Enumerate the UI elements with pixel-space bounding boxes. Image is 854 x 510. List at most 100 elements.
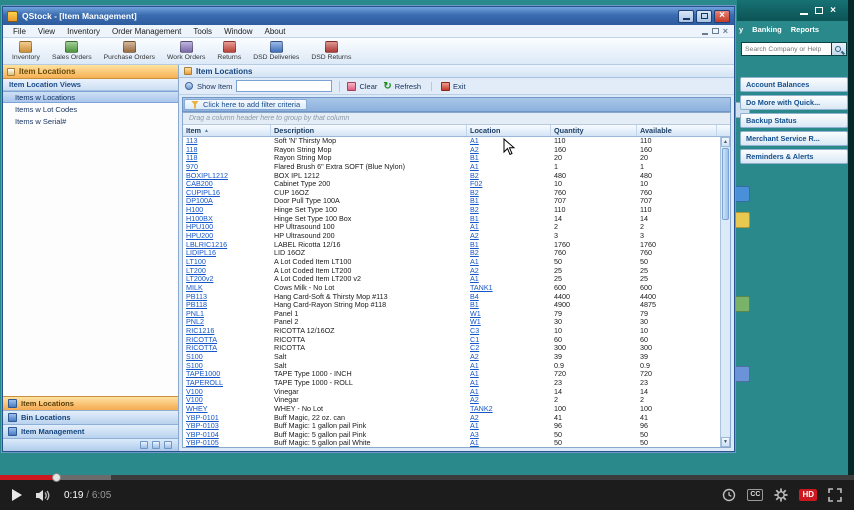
item-link[interactable]: TAPE1000 — [186, 370, 220, 378]
close-button[interactable] — [714, 9, 730, 23]
item-link[interactable]: WHEY — [186, 405, 208, 413]
location-link[interactable]: B2 — [470, 189, 479, 197]
item-link[interactable]: V100 — [186, 396, 203, 404]
location-link[interactable]: A1 — [470, 223, 479, 231]
qstock-titlebar[interactable]: QStock - [Item Management] — [3, 7, 734, 25]
item-link[interactable]: BOXIPL1212 — [186, 172, 228, 180]
location-link[interactable]: A1 — [470, 388, 479, 396]
table-row[interactable]: LT200v2 A Lot Coded Item LT200 v2 A1 25 … — [183, 275, 720, 284]
location-link[interactable]: A2 — [470, 396, 479, 404]
location-link[interactable]: B1 — [470, 215, 479, 223]
table-row[interactable]: 970 Flared Brush 6" Extra SOFT (Blue Nyl… — [183, 163, 720, 172]
location-link[interactable]: A2 — [470, 353, 479, 361]
table-row[interactable]: LT200 A Lot Coded Item LT200 A2 25 25 — [183, 267, 720, 276]
table-row[interactable]: LT100 A Lot Coded Item LT100 A1 50 50 — [183, 258, 720, 267]
qb-maximize-icon[interactable] — [815, 7, 824, 14]
item-link[interactable]: YBP-0101 — [186, 414, 219, 422]
item-link[interactable]: YBP-0103 — [186, 422, 219, 430]
maximize-button[interactable] — [696, 9, 712, 23]
item-link[interactable]: YBP-0105 — [186, 439, 219, 447]
grid-scrollbar[interactable]: ▲ ▼ — [720, 137, 730, 447]
table-row[interactable]: CUPIPL16 CUP 16OZ B2 760 760 — [183, 189, 720, 198]
add-filter-button[interactable]: Click here to add filter criteria — [184, 99, 308, 110]
toolbar-button[interactable]: Returns — [212, 40, 246, 62]
item-link[interactable]: H100 — [186, 206, 203, 214]
location-link[interactable]: A1 — [470, 379, 479, 387]
mdi-restore-icon[interactable] — [711, 28, 719, 34]
sidebar-view-item[interactable]: Items w Lot Codes — [3, 103, 178, 115]
table-row[interactable]: PNL1 Panel 1 W1 79 79 — [183, 310, 720, 319]
toolbar-button[interactable]: Work Orders — [162, 40, 210, 62]
qb-panel-header[interactable]: Account Balances — [740, 77, 848, 92]
item-link[interactable]: YBP-0104 — [186, 431, 219, 439]
column-header[interactable]: Item ▲ — [183, 125, 271, 136]
table-row[interactable]: TAPE1000 TAPE Type 1000 - INCH A1 720 72… — [183, 370, 720, 379]
location-link[interactable]: B1 — [470, 301, 479, 309]
table-row[interactable]: DP100A Door Pull Type 100A B1 707 707 — [183, 197, 720, 206]
item-link[interactable]: DP100A — [186, 197, 213, 205]
fullscreen-icon[interactable] — [828, 488, 842, 502]
table-row[interactable]: RICOTTA RICOTTA C2 300 300 — [183, 344, 720, 353]
table-row[interactable]: 113 Soft 'N' Thirsty Mop A1 110 110 — [183, 137, 720, 146]
table-row[interactable]: HPU200 HP Ultrasound 200 A2 3 3 — [183, 232, 720, 241]
toolbar-button[interactable]: Sales Orders — [47, 40, 97, 62]
qb-menu-fragment[interactable]: y — [739, 25, 743, 34]
location-link[interactable]: A2 — [470, 267, 479, 275]
sidebar-view-item[interactable]: Items w Serial# — [3, 115, 178, 127]
table-row[interactable]: S100 Salt A1 0.9 0.9 — [183, 362, 720, 371]
item-link[interactable]: LT100 — [186, 258, 206, 266]
qb-panel-header[interactable]: Backup Status — [740, 113, 848, 128]
item-link[interactable]: LT200 — [186, 267, 206, 275]
mdi-minimize-icon[interactable] — [701, 32, 708, 35]
table-row[interactable]: YBP-0104 Buff Magic: 5 gallon pail Pink … — [183, 431, 720, 440]
qb-menu-fragment[interactable]: Banking — [752, 25, 782, 34]
item-link[interactable]: PB118 — [186, 301, 207, 309]
column-header[interactable]: Quantity — [551, 125, 637, 136]
menu-item[interactable]: Window — [218, 27, 258, 36]
location-link[interactable]: B1 — [470, 154, 479, 162]
location-link[interactable]: TANK2 — [470, 405, 493, 413]
location-link[interactable]: A1 — [470, 422, 479, 430]
tray-icon[interactable] — [152, 441, 160, 449]
item-link[interactable]: PB113 — [186, 293, 207, 301]
menu-item[interactable]: About — [259, 27, 292, 36]
sidebar-nav-button[interactable]: Bin Locations — [3, 410, 178, 424]
scroll-up-icon[interactable]: ▲ — [721, 137, 730, 147]
item-link[interactable]: PNL1 — [186, 310, 204, 318]
item-link[interactable]: LBLRIC1216 — [186, 241, 227, 249]
table-row[interactable]: TAPEROLL TAPE Type 1000 - ROLL A1 23 23 — [183, 379, 720, 388]
table-row[interactable]: PB118 Hang Card-Rayon String Mop #118 B1… — [183, 301, 720, 310]
mdi-close-icon[interactable]: × — [723, 26, 728, 36]
table-row[interactable]: H100 Hinge Set Type 100 B2 110 110 — [183, 206, 720, 215]
settings-gear-icon[interactable] — [774, 488, 788, 502]
qb-menu-fragment[interactable]: Reports — [791, 25, 819, 34]
location-link[interactable]: B1 — [470, 241, 479, 249]
qb-panel-header[interactable]: Merchant Service R... — [740, 131, 848, 146]
hd-quality-badge[interactable]: HD — [799, 489, 817, 501]
qb-minimize-icon[interactable] — [800, 12, 809, 15]
item-link[interactable]: V100 — [186, 388, 203, 396]
item-link[interactable]: 113 — [186, 137, 197, 145]
sidebar-nav-button[interactable]: Item Locations — [3, 396, 178, 410]
item-link[interactable]: RICOTTA — [186, 336, 217, 344]
item-link[interactable]: TAPEROLL — [186, 379, 223, 387]
item-link[interactable]: RIC1216 — [186, 327, 214, 335]
item-link[interactable]: RICOTTA — [186, 344, 217, 352]
item-link[interactable]: LIDIPL16 — [186, 249, 216, 257]
item-link[interactable]: HPU100 — [186, 223, 213, 231]
table-row[interactable]: 118 Rayon String Mop A2 160 160 — [183, 146, 720, 155]
qb-panel-header[interactable]: Do More with Quick... — [740, 95, 848, 110]
scroll-down-icon[interactable]: ▼ — [721, 437, 730, 447]
play-button[interactable] — [12, 489, 22, 501]
column-header[interactable]: Description — [271, 125, 467, 136]
item-link[interactable]: 118 — [186, 154, 197, 162]
location-link[interactable]: A1 — [470, 137, 479, 145]
location-link[interactable]: A2 — [470, 232, 479, 240]
item-link[interactable]: PNL2 — [186, 318, 204, 326]
menu-item[interactable]: View — [32, 27, 61, 36]
location-link[interactable]: A3 — [470, 431, 479, 439]
scroll-thumb[interactable] — [722, 148, 729, 220]
item-link[interactable]: LT200v2 — [186, 275, 213, 283]
qb-panel-header[interactable]: Reminders & Alerts — [740, 149, 848, 164]
item-link[interactable]: H100BX — [186, 215, 213, 223]
